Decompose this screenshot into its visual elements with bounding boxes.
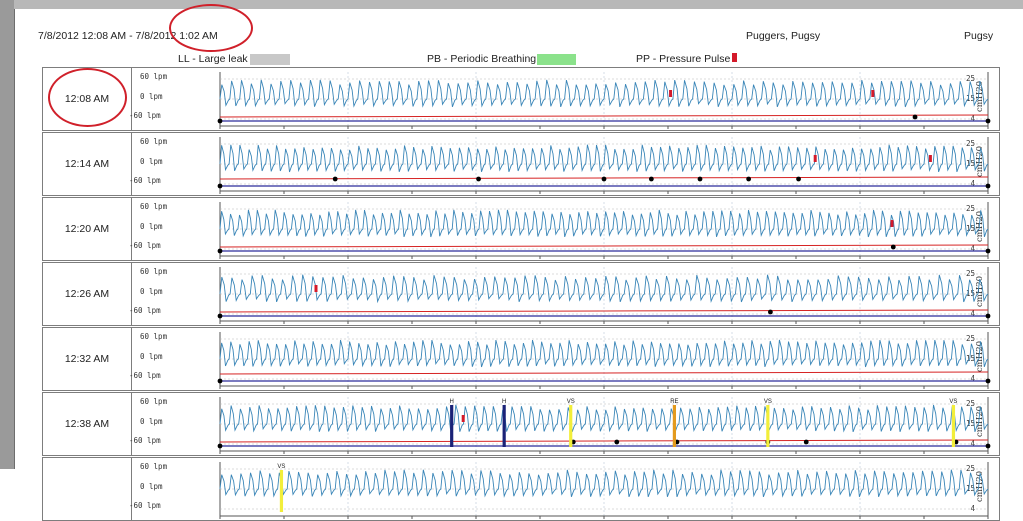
left-axis-tick-label: 60 lpm — [140, 332, 168, 341]
flow-pressure-plot — [217, 137, 991, 194]
event-label: VS — [567, 399, 575, 405]
event-dot — [217, 183, 223, 189]
left-axis-tick-label: 60 lpm — [140, 462, 168, 471]
flow-pressure-plot: VS — [219, 462, 989, 519]
event-dot — [217, 443, 223, 449]
left-axis-tick-label: -60 lpm — [129, 436, 161, 445]
event-dot — [985, 313, 991, 319]
event-dot — [614, 439, 620, 445]
event-label: VS — [949, 399, 957, 405]
event-dot — [985, 183, 991, 189]
legend-pressure-pulse-label: PP - Pressure Pulse — [636, 53, 731, 65]
left-axis-tick-label: 60 lpm — [140, 397, 168, 406]
legend-periodic-breathing-swatch — [537, 54, 576, 65]
h-event-bar — [450, 405, 454, 447]
event-label: VS — [764, 399, 772, 405]
event-dot — [985, 443, 991, 449]
vs-event-bar — [766, 405, 770, 447]
event-dot — [985, 248, 991, 254]
left-axis-tick-label: 60 lpm — [140, 137, 168, 146]
flow-pressure-plot: H H VS RE VS VS — [217, 397, 991, 454]
chart-row: 12:32 AM 60 lpm 0 lpm -60 lpm 25 15 4 cmH20 — [42, 327, 1000, 391]
event-dot — [890, 244, 896, 250]
chart-row: 12:20 AM 60 lpm 0 lpm -60 lpm 25 15 4 cmH20 — [42, 197, 1000, 261]
row-start-time: 12:32 AM — [43, 328, 132, 390]
vs-event-bar — [569, 405, 573, 447]
event-dot — [648, 176, 654, 182]
event-dot — [912, 114, 918, 120]
re-event-bar — [672, 405, 676, 447]
event-dot — [217, 378, 223, 384]
event-label: H — [450, 399, 454, 405]
left-axis-tick-label: 0 lpm — [140, 352, 163, 361]
pressure-pulse-marker — [813, 155, 817, 162]
row-start-time — [43, 458, 132, 520]
event-dot — [985, 378, 991, 384]
left-axis-tick-label: -60 lpm — [129, 501, 161, 510]
left-axis-tick-label: 0 lpm — [140, 92, 163, 101]
chart-row: 12:14 AM 60 lpm 0 lpm -60 lpm 25 15 4 cmH20 — [42, 132, 1000, 196]
event-dot — [332, 176, 338, 182]
left-axis-tick-label: 0 lpm — [140, 417, 163, 426]
event-dot — [697, 176, 703, 182]
row-start-time: 12:38 AM — [43, 393, 132, 455]
left-axis-tick-label: -60 lpm — [129, 176, 161, 185]
left-axis-tick-label: 0 lpm — [140, 482, 163, 491]
annotation-circle-end-time — [169, 4, 253, 52]
event-dot — [601, 176, 607, 182]
pressure-pulse-marker — [871, 90, 875, 97]
left-axis-tick-label: -60 lpm — [129, 241, 161, 250]
event-dot — [476, 176, 481, 182]
event-dot — [768, 309, 773, 315]
event-dot — [217, 313, 223, 319]
row-start-time: 12:20 AM — [43, 198, 132, 260]
event-dot — [803, 439, 809, 445]
pressure-pulse-marker — [890, 220, 894, 227]
event-dot — [217, 248, 223, 254]
event-dot — [746, 176, 752, 182]
chart-row: 60 lpm 0 lpm -60 lpm 25 15 4 cmH20 VS — [42, 457, 1000, 521]
pressure-pulse-marker — [669, 90, 673, 97]
pressure-pulse-marker — [461, 415, 465, 422]
left-window-frame — [0, 0, 14, 469]
flow-pressure-plot — [217, 332, 991, 389]
row-start-time: 12:14 AM — [43, 133, 132, 195]
event-label: H — [502, 399, 506, 405]
left-axis-tick-label: -60 lpm — [129, 111, 161, 120]
left-axis-tick-label: 60 lpm — [140, 202, 168, 211]
chart-row: 12:38 AM 60 lpm 0 lpm -60 lpm 25 15 4 cmH20 H H VS… — [42, 392, 1000, 456]
event-dot — [985, 118, 991, 124]
pressure-pulse-marker — [928, 155, 932, 162]
flow-pressure-plot — [217, 202, 991, 259]
left-axis-tick-label: 0 lpm — [140, 287, 163, 296]
chart-row: 12:26 AM 60 lpm 0 lpm -60 lpm 25 15 4 cmH20 — [42, 262, 1000, 326]
left-axis-tick-label: -60 lpm — [129, 306, 161, 315]
annotation-circle-first-row — [48, 68, 127, 127]
patient-name: Puggers, Pugsy — [746, 30, 821, 42]
left-axis-tick-label: -60 lpm — [129, 371, 161, 380]
legend-large-leak-label: LL - Large leak — [178, 53, 248, 65]
left-axis-tick-label: 0 lpm — [140, 222, 163, 231]
event-label: VS — [277, 464, 285, 470]
legend-pressure-pulse-swatch — [732, 53, 737, 62]
top-window-frame — [14, 0, 1023, 9]
flow-pressure-plot — [217, 267, 991, 324]
vs-event-bar — [951, 405, 956, 447]
pressure-pulse-marker — [314, 285, 318, 292]
row-start-time: 12:26 AM — [43, 263, 132, 325]
left-axis-tick-label: 60 lpm — [140, 72, 168, 81]
flow-pressure-plot — [217, 72, 991, 129]
left-axis-tick-label: 0 lpm — [140, 157, 163, 166]
chart-row: 12:08 AM 60 lpm 0 lpm -60 lpm 25 15 4 cmH20 — [42, 67, 1000, 131]
legend-large-leak-swatch — [250, 54, 290, 65]
vs-event-bar — [279, 470, 284, 512]
event-label: RE — [670, 399, 678, 405]
left-axis-tick-label: 60 lpm — [140, 267, 168, 276]
patient-short-name: Pugsy — [964, 30, 994, 42]
event-dot — [217, 118, 223, 124]
h-event-bar — [502, 405, 506, 447]
legend-periodic-breathing-label: PB - Periodic Breathing — [427, 53, 537, 65]
event-dot — [796, 176, 801, 182]
